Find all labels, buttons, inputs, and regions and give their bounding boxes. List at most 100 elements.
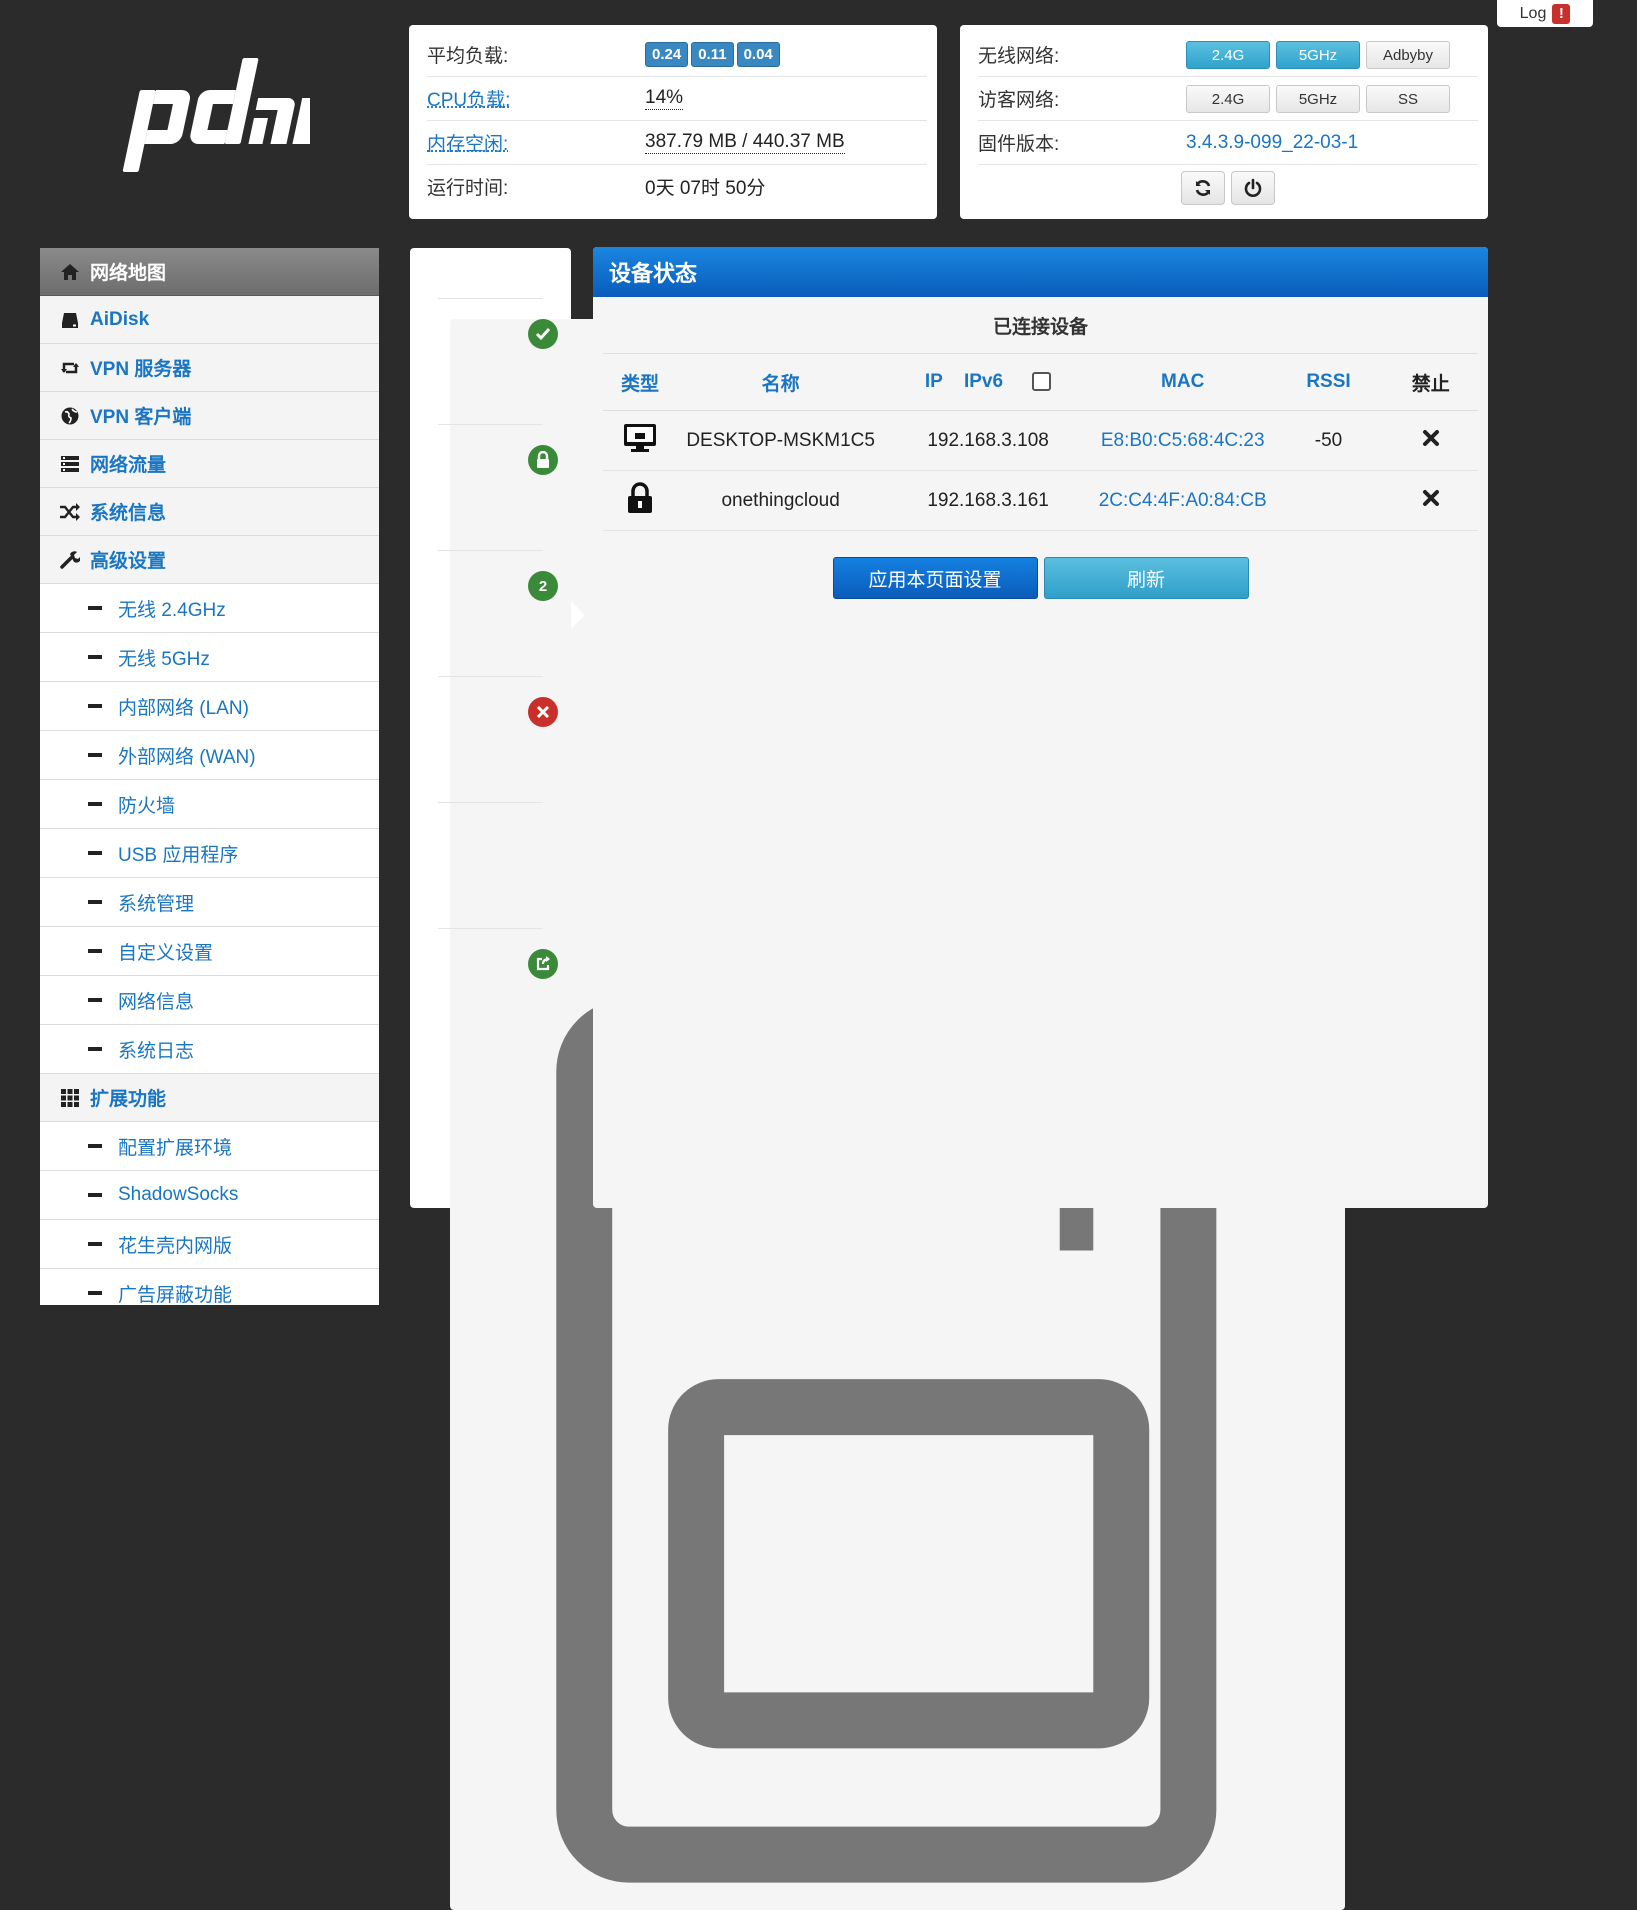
- guest-row: 访客网络: 2.4G 5GHz SS: [978, 77, 1478, 121]
- sidebar-item-traffic[interactable]: 网络流量: [40, 440, 379, 488]
- dash-icon: [88, 900, 102, 904]
- dash-icon: [88, 1144, 102, 1148]
- memory-link[interactable]: 内存空闲:: [427, 129, 645, 156]
- clients-count-badge: 2: [528, 571, 558, 601]
- table-row: DESKTOP-MSKM1C5 192.168.3.108 E8:B0:C5:6…: [603, 411, 1478, 471]
- sidebar-sub-syslog[interactable]: 系统日志: [40, 1025, 379, 1074]
- sidebar-item-advanced[interactable]: 高级设置: [40, 536, 379, 584]
- sidebar-item-network-map[interactable]: 网络地图: [40, 248, 379, 296]
- block-device-button[interactable]: [1422, 429, 1440, 447]
- firmware-version-link[interactable]: 3.4.3.9-099_22-03-1: [1186, 132, 1358, 154]
- sidebar-sub-label: ShadowSocks: [118, 1184, 238, 1206]
- col-type[interactable]: 类型: [603, 354, 677, 411]
- power-icon: [1243, 178, 1263, 198]
- sidebar-sub-label: 无线 5GHz: [118, 644, 210, 671]
- block-device-button[interactable]: [1422, 489, 1440, 507]
- sidebar-sub-netinfo[interactable]: 网络信息: [40, 976, 379, 1025]
- sidebar-sub-oray[interactable]: 花生壳内网版: [40, 1220, 379, 1269]
- wireless-status-panel: 无线网络: 2.4G 5GHz Adbyby 访客网络: 2.4G 5GHz S…: [960, 25, 1488, 219]
- block-cell: [1383, 471, 1478, 531]
- cpu-link[interactable]: CPU负载:: [427, 85, 645, 112]
- firmware-row: 固件版本: 3.4.3.9-099_22-03-1: [978, 121, 1478, 165]
- sidebar-item-vpn-client[interactable]: VPN 客户端: [40, 392, 379, 440]
- sidebar-item-aidisk[interactable]: AiDisk: [40, 296, 379, 344]
- sidebar-sub-admin[interactable]: 系统管理: [40, 878, 379, 927]
- sidebar-item-label: VPN 客户端: [90, 402, 191, 429]
- col-mac[interactable]: MAC: [1092, 354, 1274, 411]
- col-block: 禁止: [1383, 354, 1478, 411]
- sidebar-item-extensions[interactable]: 扩展功能: [40, 1074, 379, 1122]
- apply-button[interactable]: 应用本页面设置: [833, 557, 1038, 599]
- cpu-value: 14%: [645, 87, 683, 110]
- dash-icon: [88, 1047, 102, 1051]
- system-status-panel: 平均负载: 0.24 0.11 0.04 CPU负载: 14% 内存空闲: 387.…: [409, 25, 937, 219]
- network-map-icons: 2: [410, 248, 571, 1208]
- device-type-cell: [603, 411, 677, 471]
- shutdown-button[interactable]: [1231, 171, 1275, 205]
- sidebar-sub-label: 网络信息: [118, 987, 194, 1014]
- sidebar-item-label: 网络流量: [90, 450, 166, 477]
- load-row: 平均负载: 0.24 0.11 0.04: [427, 33, 927, 77]
- sidebar-item-label: 系统信息: [90, 498, 166, 525]
- usb-status[interactable]: [438, 802, 543, 929]
- router-status[interactable]: [438, 424, 543, 551]
- sidebar-sub-wireless-5[interactable]: 无线 5GHz: [40, 633, 379, 682]
- ss-button[interactable]: SS: [1366, 85, 1450, 113]
- home-icon: [56, 262, 84, 282]
- device-status-panel: 设备状态 已连接设备 类型 名称 IP IPv6 MAC RSSI 禁止 DES…: [593, 247, 1488, 1208]
- sidebar-nav: 网络地图 AiDisk VPN 服务器 VPN 客户端 网络流量 系统信息 高级…: [40, 248, 379, 1305]
- device-mac-link[interactable]: 2C:C4:4F:A0:84:CB: [1092, 471, 1274, 531]
- dash-icon: [88, 949, 102, 953]
- reboot-button[interactable]: [1181, 171, 1225, 205]
- internet-status[interactable]: [438, 298, 543, 425]
- device-name: DESKTOP-MSKM1C5: [677, 411, 884, 471]
- sidebar-item-system-info[interactable]: 系统信息: [40, 488, 379, 536]
- wifi-2g-button[interactable]: 2.4G: [1186, 41, 1270, 69]
- table-header-row: 类型 名称 IP IPv6 MAC RSSI 禁止: [603, 354, 1478, 411]
- proxy-status[interactable]: [438, 676, 543, 803]
- sidebar-sub-adblock[interactable]: 广告屏蔽功能: [40, 1269, 379, 1305]
- sidebar-item-vpn-server[interactable]: VPN 服务器: [40, 344, 379, 392]
- clients-table: 类型 名称 IP IPv6 MAC RSSI 禁止 DESKTOP-MSKM1C…: [603, 354, 1478, 531]
- log-alert-icon: !: [1552, 4, 1570, 24]
- sidebar-sub-usb[interactable]: USB 应用程序: [40, 829, 379, 878]
- load-15min-badge: 0.04: [737, 42, 780, 67]
- uptime-value: 0天 07时 50分: [645, 173, 765, 200]
- col-name[interactable]: 名称: [677, 354, 884, 411]
- panel-title: 设备状态: [593, 247, 1488, 297]
- wifi-label: 无线网络:: [978, 41, 1186, 68]
- sidebar-sub-label: USB 应用程序: [118, 840, 238, 867]
- sdcard-status[interactable]: [438, 928, 543, 1055]
- brand-logo: [120, 52, 310, 182]
- sidebar-sub-ext-env[interactable]: 配置扩展环境: [40, 1122, 379, 1171]
- sidebar-sub-shadowsocks[interactable]: ShadowSocks: [40, 1171, 379, 1220]
- guest-5g-button[interactable]: 5GHz: [1276, 85, 1360, 113]
- list-icon: [56, 454, 84, 474]
- refresh-button[interactable]: 刷新: [1044, 557, 1249, 599]
- clients-status[interactable]: 2: [438, 550, 543, 677]
- log-button[interactable]: Log !: [1497, 0, 1593, 27]
- col-ipv6-label[interactable]: IPv6: [964, 371, 1003, 392]
- dash-icon: [88, 802, 102, 806]
- load-5min-badge: 0.11: [691, 42, 733, 67]
- dash-icon: [88, 1193, 102, 1197]
- sidebar-sub-wan[interactable]: 外部网络 (WAN): [40, 731, 379, 780]
- sidebar-sub-custom[interactable]: 自定义设置: [40, 927, 379, 976]
- table-row: onethingcloud 192.168.3.161 2C:C4:4F:A0:…: [603, 471, 1478, 531]
- sidebar-sub-wireless-24[interactable]: 无线 2.4GHz: [40, 584, 379, 633]
- guest-label: 访客网络:: [978, 85, 1186, 112]
- device-mac-link[interactable]: E8:B0:C5:68:4C:23: [1092, 411, 1274, 471]
- adbyby-button[interactable]: Adbyby: [1366, 41, 1450, 69]
- col-rssi[interactable]: RSSI: [1274, 354, 1384, 411]
- retweet-icon: [56, 358, 84, 378]
- sidebar-sub-label: 系统管理: [118, 889, 194, 916]
- col-ip-label[interactable]: IP: [925, 371, 943, 392]
- wifi-row: 无线网络: 2.4G 5GHz Adbyby: [978, 33, 1478, 77]
- sidebar-sub-firewall[interactable]: 防火墙: [40, 780, 379, 829]
- guest-2g-button[interactable]: 2.4G: [1186, 85, 1270, 113]
- uptime-row: 运行时间: 0天 07时 50分: [427, 165, 927, 208]
- ipv6-checkbox[interactable]: [1032, 372, 1051, 391]
- wifi-5g-button[interactable]: 5GHz: [1276, 41, 1360, 69]
- sidebar-sub-lan[interactable]: 内部网络 (LAN): [40, 682, 379, 731]
- system-actions: [978, 165, 1478, 205]
